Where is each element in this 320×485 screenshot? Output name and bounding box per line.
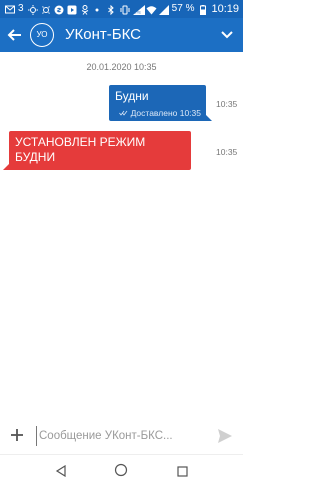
avatar[interactable]: УО: [30, 23, 54, 47]
weather-icon: [27, 4, 38, 15]
message-input[interactable]: [36, 426, 207, 446]
outgoing-message[interactable]: Будни Доставлено 10:35: [109, 85, 212, 121]
nav-back-icon[interactable]: [55, 464, 67, 478]
incoming-message[interactable]: УСТАНОВЛЕН РЕЖИМ БУДНИ: [3, 131, 191, 170]
double-check-icon: [119, 108, 130, 118]
message-time: 10:35: [216, 99, 238, 109]
chat-title[interactable]: УКонт-БКС: [65, 26, 141, 44]
lte-signal-icon: LTE: [132, 4, 145, 15]
nav-home-icon[interactable]: [114, 463, 128, 477]
status-time: 10:19: [211, 3, 239, 15]
svg-text:LTE: LTE: [134, 9, 141, 14]
app-bar: УО УКонт-БКС: [0, 18, 243, 52]
date-separator: 20.01.2020 10:35: [86, 62, 157, 72]
video-icon: [67, 5, 77, 14]
wifi-icon: [146, 5, 157, 14]
shazam-icon: [54, 5, 64, 14]
status-bar-system: LTE 57 % 10:19: [107, 3, 239, 15]
status-bar-notifications: 3: [5, 3, 102, 15]
message-composer: [0, 418, 243, 454]
message-text: Будни: [115, 89, 149, 103]
chevron-down-icon[interactable]: [219, 27, 235, 43]
battery-percent: 57 %: [171, 3, 195, 14]
chat-screen: 3 LTE 57 % 10:19 УО УКонт-БКС 20.01.2020…: [0, 0, 243, 485]
weather-icon-2: [41, 5, 50, 14]
status-bar: 3 LTE 57 % 10:19: [0, 0, 243, 18]
back-arrow-icon[interactable]: [6, 26, 24, 44]
signal-icon: [158, 4, 169, 15]
message-text: УСТАНОВЛЕН РЕЖИМ БУДНИ: [15, 135, 146, 164]
delivery-status: Доставлено 10:35: [130, 108, 201, 118]
nav-recents-icon[interactable]: [177, 464, 188, 477]
vibrate-icon: [120, 5, 130, 14]
navigation-bar: [0, 454, 243, 485]
bluetooth-icon: [107, 4, 116, 15]
battery-icon: [198, 4, 207, 15]
notification-count: 3: [18, 3, 24, 14]
mail-icon: [5, 5, 15, 14]
plus-icon[interactable]: [8, 426, 26, 444]
message-time: 10:35: [216, 147, 238, 157]
message-status: Доставлено 10:35: [119, 108, 201, 118]
dot-icon: [93, 5, 102, 14]
ok-icon: [80, 4, 89, 15]
send-icon[interactable]: [216, 427, 234, 445]
